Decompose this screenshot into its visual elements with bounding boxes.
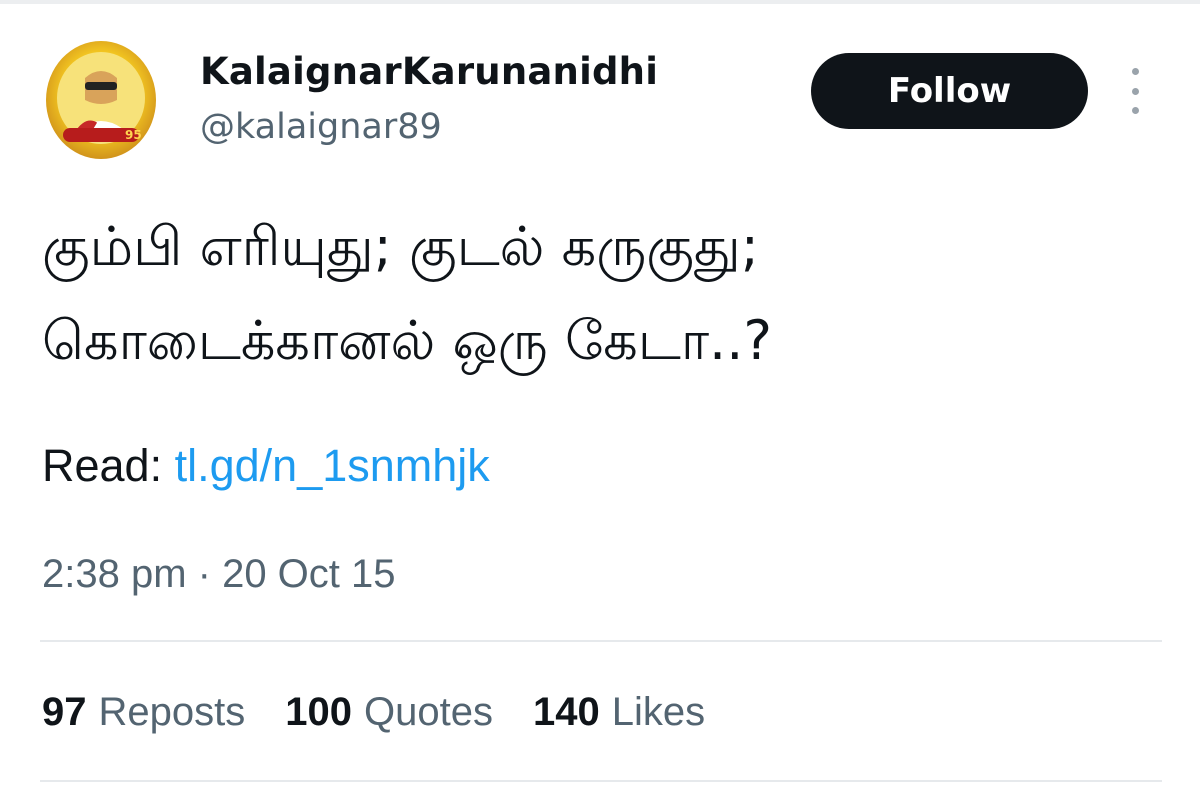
- user-handle[interactable]: @kalaignar89: [200, 107, 442, 147]
- read-line: Read: tl.gd/n_1snmhjk: [42, 440, 490, 492]
- display-name[interactable]: KalaignarKarunanidhi: [200, 50, 658, 93]
- tweet-link[interactable]: tl.gd/n_1snmhjk: [175, 440, 490, 491]
- likes-count: 140: [532, 690, 600, 734]
- likes-stat[interactable]: 140 Likes: [533, 690, 705, 735]
- svg-text:95: 95: [125, 128, 142, 142]
- profile-avatar[interactable]: 95: [45, 40, 157, 160]
- tweet-text: கும்பி எரியுது; குடல் கருகுது; கொடைக்கான…: [42, 200, 1162, 388]
- top-divider: [0, 0, 1200, 4]
- reposts-label: Reposts: [98, 690, 246, 734]
- quotes-count: 100: [285, 690, 352, 734]
- reposts-stat[interactable]: 97 Reposts: [42, 690, 245, 735]
- tweet-line-1: கும்பி எரியுது; குடல் கருகுது;: [42, 215, 759, 278]
- more-options-icon[interactable]: [1122, 68, 1148, 114]
- divider: [40, 640, 1162, 642]
- dot: [1131, 107, 1139, 114]
- avatar-image: 95: [46, 41, 156, 159]
- read-label: Read:: [42, 440, 163, 491]
- quotes-label: Quotes: [364, 690, 493, 734]
- dot: [1131, 87, 1139, 95]
- quotes-stat[interactable]: 100 Quotes: [285, 690, 493, 735]
- follow-button[interactable]: Follow: [811, 53, 1088, 129]
- dot: [1131, 68, 1139, 75]
- divider: [40, 780, 1162, 782]
- engagement-stats: 97 Reposts 100 Quotes 140 Likes: [42, 690, 705, 735]
- reposts-count: 97: [42, 690, 87, 734]
- likes-label: Likes: [611, 690, 706, 734]
- tweet-timestamp[interactable]: 2:38 pm · 20 Oct 15: [42, 552, 396, 597]
- tweet-line-2: கொடைக்கானல் ஒரு கேடா..?: [42, 309, 773, 372]
